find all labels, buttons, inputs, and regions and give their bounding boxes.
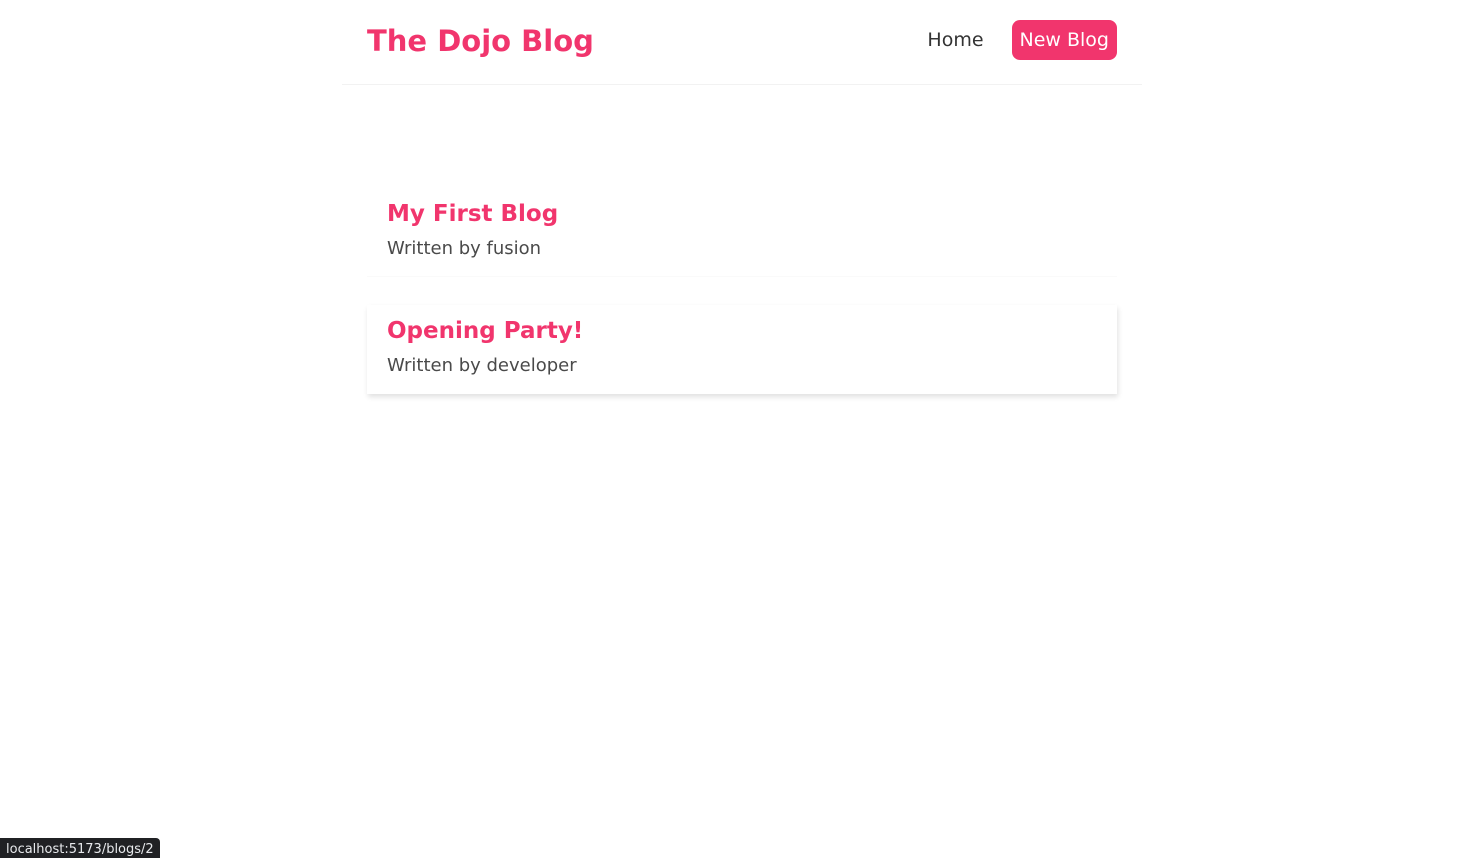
status-bar-url: localhost:5173/blogs/2: [0, 838, 160, 858]
navbar: The Dojo Blog Home New Blog: [342, 0, 1142, 85]
site-title: The Dojo Blog: [367, 24, 594, 58]
blog-author: Written by developer: [387, 355, 577, 376]
blog-author: Written by fusion: [387, 238, 542, 259]
blog-title: My First Blog: [387, 201, 559, 227]
blog-title: Opening Party!: [387, 318, 584, 344]
blog-preview[interactable]: Opening Party! Written by developer: [367, 305, 1117, 394]
nav-links: Home New Blog: [927, 20, 1117, 60]
nav-home-link[interactable]: Home: [927, 20, 983, 60]
new-blog-button[interactable]: New Blog: [1011, 20, 1117, 60]
blog-preview[interactable]: My First Blog Written by fusion: [367, 188, 1117, 277]
blog-list: My First Blog Written by fusion Opening …: [367, 188, 1117, 422]
